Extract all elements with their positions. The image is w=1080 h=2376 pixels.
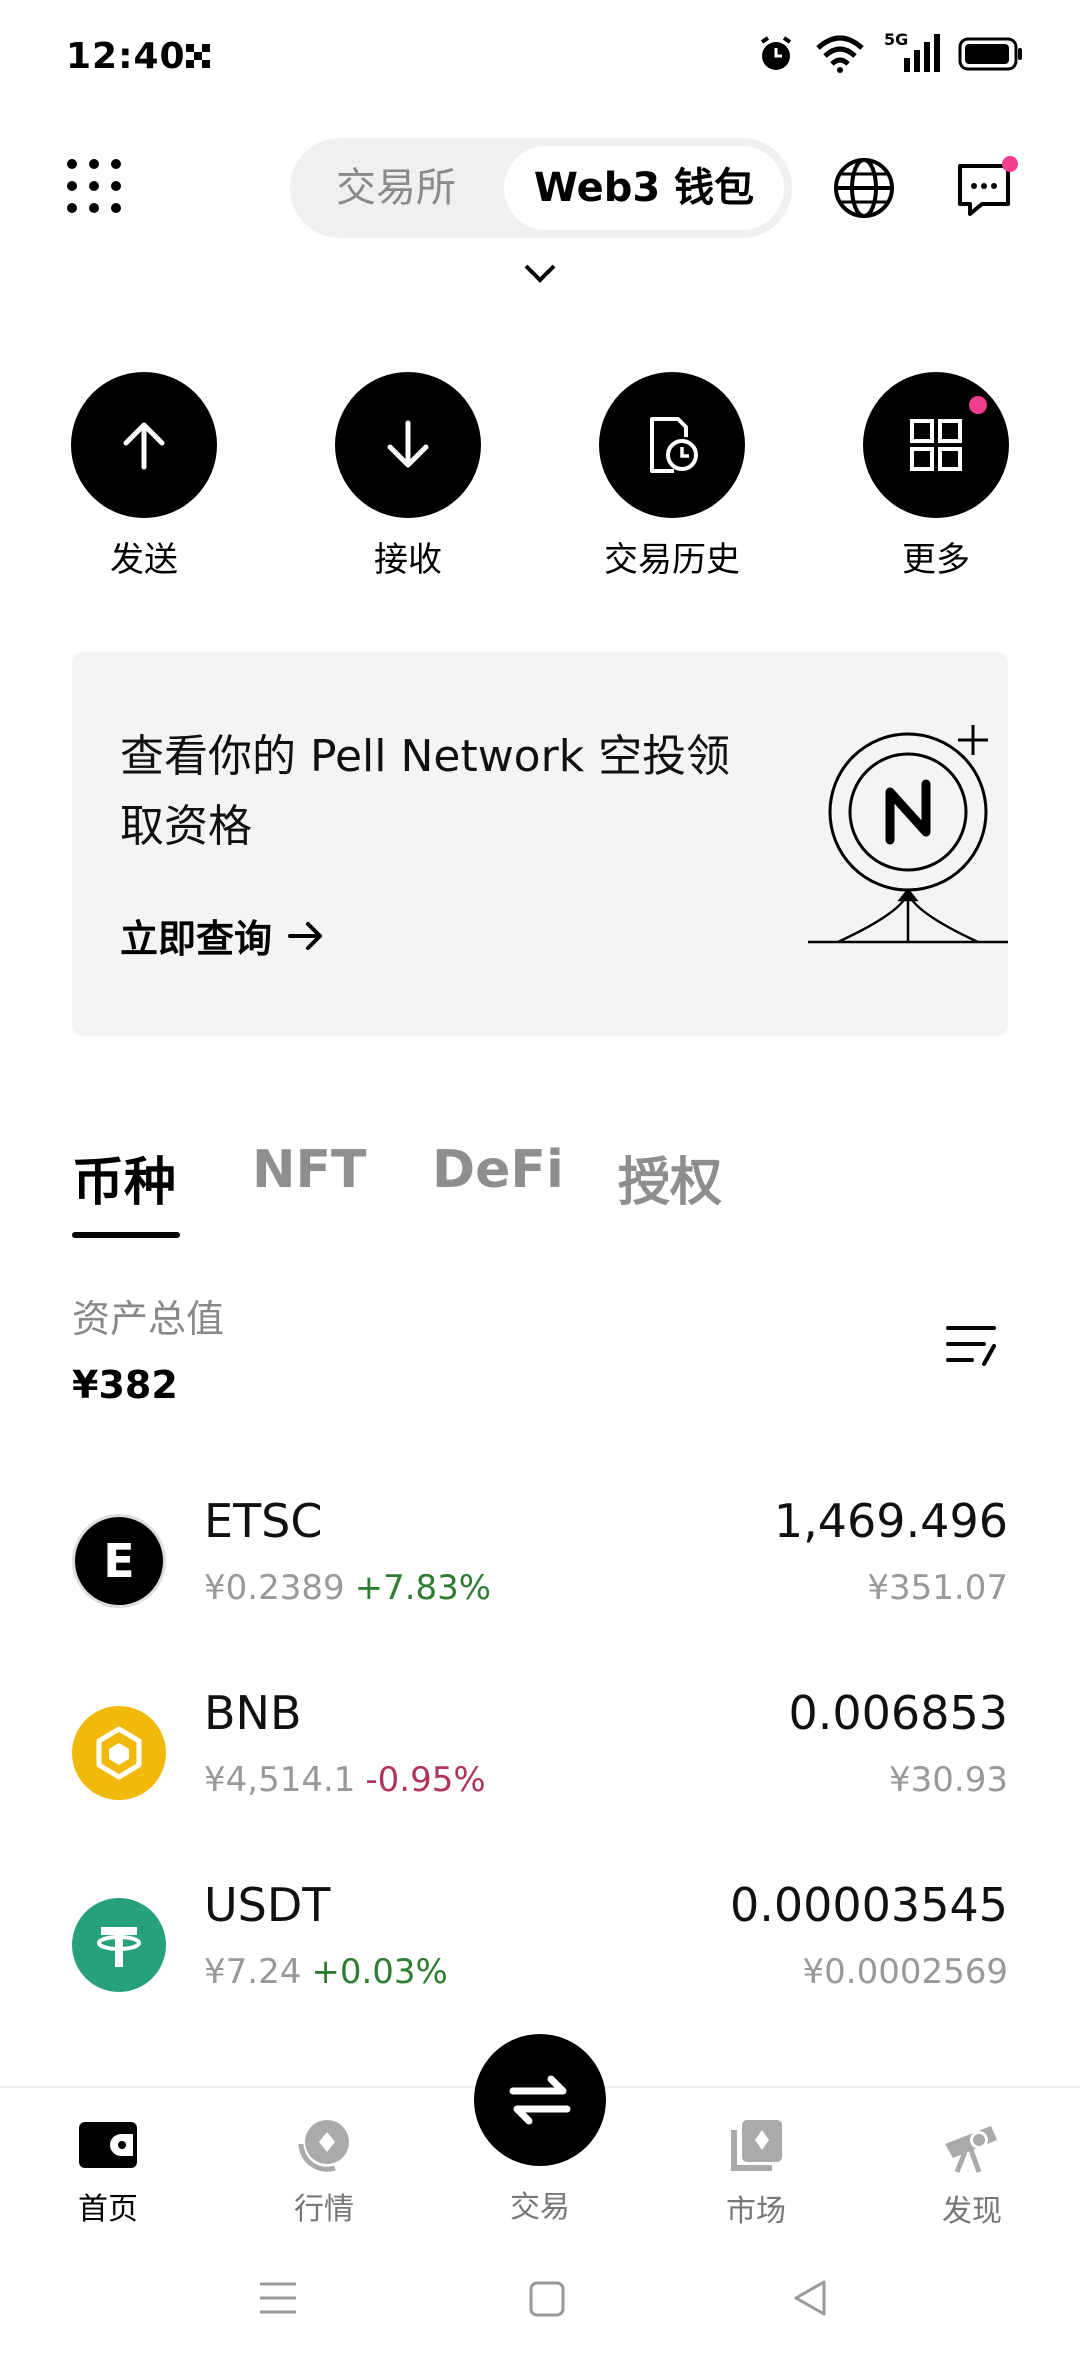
pell-network-illustration — [808, 725, 1008, 944]
nav-marketplace[interactable]: 市场 — [676, 2118, 836, 2230]
etsc-logo-icon: E — [72, 1514, 166, 1608]
tab-defi[interactable]: DeFi — [432, 1140, 564, 1200]
history-label: 交易历史 — [604, 540, 740, 580]
asset-value: ¥351.07 — [867, 1568, 1008, 1608]
asset-value: ¥30.93 — [889, 1760, 1008, 1800]
home-icon[interactable] — [528, 2280, 566, 2318]
receive-button[interactable]: 接收 — [308, 372, 508, 581]
asset-amount: 0.006853 — [788, 1686, 1009, 1740]
asset-price: ¥7.24 — [204, 1952, 302, 1992]
arrow-down-icon — [387, 420, 429, 468]
asset-change: +7.83% — [354, 1568, 492, 1608]
tab-underline — [72, 1232, 180, 1238]
status-bar: 12:40 5G — [0, 0, 1080, 120]
market-icon — [298, 2120, 349, 2172]
send-label: 发送 — [110, 540, 178, 580]
wallet-icon — [79, 2122, 137, 2168]
swap-icon — [509, 2075, 571, 2125]
nav-home-label: 首页 — [78, 2192, 138, 2227]
total-value: ¥382 — [72, 1363, 178, 1407]
history-button[interactable]: 交易历史 — [572, 372, 772, 581]
wifi-icon — [816, 35, 864, 73]
back-icon[interactable] — [792, 2278, 828, 2318]
asset-row-usdt[interactable]: USDT ¥7.24 +0.03% 0.00003545 ¥0.0002569 — [72, 1878, 1008, 2018]
asset-row-etsc[interactable]: E ETSC ¥0.2389 +7.83% 1,469.496 ¥351.07 — [72, 1494, 1008, 1634]
nav-market-label: 行情 — [294, 2192, 354, 2227]
history-icon — [650, 417, 698, 473]
asset-change: +0.03% — [311, 1952, 448, 1992]
asset-symbol: BNB — [204, 1686, 302, 1740]
signal-icon: 5G — [884, 30, 940, 74]
quick-actions: 发送 接收 交易历史 更多 — [0, 372, 1080, 592]
asset-tabs: 币种 NFT DeFi 授权 — [72, 1140, 1008, 1240]
asset-price: ¥4,514.1 — [204, 1760, 356, 1800]
nav-marketplace-label: 市场 — [726, 2194, 786, 2229]
top-bar: 交易所 Web3 钱包 — [0, 130, 1080, 250]
status-icons: 5G — [756, 30, 1024, 74]
trade-button[interactable] — [474, 2034, 606, 2166]
total-label: 资产总值 — [72, 1297, 225, 1341]
tab-exchange[interactable]: 交易所 — [298, 146, 494, 230]
status-time: 12:40 — [66, 36, 186, 77]
recent-apps-icon[interactable] — [258, 2280, 298, 2316]
arrow-right-icon — [288, 921, 323, 950]
asset-price: ¥0.2389 — [204, 1568, 345, 1608]
system-nav-bar — [0, 2236, 1080, 2376]
tab-tokens[interactable]: 币种 — [72, 1140, 176, 1215]
telescope-icon — [945, 2126, 997, 2173]
nav-market[interactable]: 行情 — [244, 2118, 404, 2228]
notification-dot — [969, 396, 987, 414]
asset-change: -0.95% — [365, 1760, 486, 1800]
nav-discover[interactable]: 发现 — [892, 2118, 1052, 2230]
usdt-logo-icon — [72, 1898, 166, 1992]
promo-banner[interactable]: 查看你的 Pell Network 空投领取资格 立即查询 — [72, 652, 1008, 1036]
tab-web3-wallet[interactable]: Web3 钱包 — [504, 146, 784, 230]
asset-symbol: ETSC — [204, 1494, 323, 1548]
asset-value: ¥0.0002569 — [802, 1952, 1009, 1992]
arrow-up-icon — [123, 422, 165, 470]
grid-icon — [910, 419, 962, 471]
app-menu-icon[interactable] — [66, 158, 122, 214]
asset-symbol: USDT — [204, 1878, 331, 1932]
asset-price-line: ¥4,514.1 -0.95% — [204, 1760, 486, 1800]
sort-icon[interactable] — [944, 1322, 998, 1372]
nav-home[interactable]: 首页 — [28, 2118, 188, 2228]
message-icon[interactable] — [956, 156, 1020, 224]
total-assets: 资产总值 ¥382 — [72, 1288, 224, 1407]
receive-label: 接收 — [374, 540, 442, 580]
asset-price-line: ¥0.2389 +7.83% — [204, 1568, 491, 1608]
nav-discover-label: 发现 — [942, 2194, 1002, 2229]
globe-icon[interactable] — [832, 156, 896, 224]
nav-trade-label: 交易 — [510, 2190, 570, 2225]
asset-price-line: ¥7.24 +0.03% — [204, 1952, 448, 1992]
send-button[interactable]: 发送 — [44, 372, 244, 581]
banner-cta[interactable]: 立即查询 — [120, 908, 324, 963]
battery-icon — [958, 37, 1022, 71]
etsc-logo-letter: E — [103, 1534, 135, 1588]
banner-title: 查看你的 Pell Network 空投领取资格 — [120, 731, 731, 852]
marketplace-icon — [731, 2120, 782, 2171]
chevron-down-icon[interactable] — [522, 262, 558, 288]
tab-approvals[interactable]: 授权 — [618, 1140, 722, 1215]
asset-amount: 0.00003545 — [729, 1878, 1008, 1932]
asset-amount: 1,469.496 — [773, 1494, 1008, 1548]
banner-cta-label: 立即查询 — [120, 917, 273, 961]
notification-icon — [184, 40, 212, 78]
bnb-logo-icon — [72, 1706, 166, 1800]
alarm-icon — [760, 36, 792, 70]
tab-nft[interactable]: NFT — [252, 1140, 367, 1200]
mode-switch: 交易所 Web3 钱包 — [290, 138, 792, 238]
more-label: 更多 — [902, 540, 970, 580]
asset-row-bnb[interactable]: BNB ¥4,514.1 -0.95% 0.006853 ¥30.93 — [72, 1686, 1008, 1826]
more-button[interactable]: 更多 — [836, 372, 1036, 581]
